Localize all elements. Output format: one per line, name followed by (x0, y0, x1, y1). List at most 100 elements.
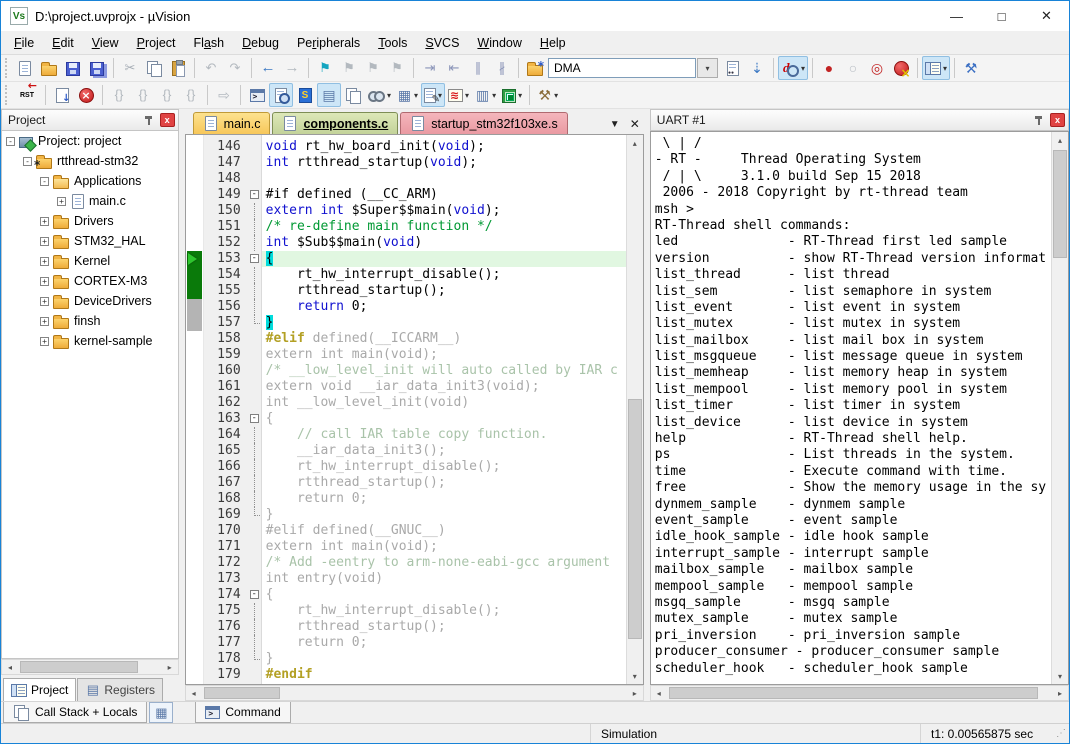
code-line-154[interactable]: 154 rt_hw_interrupt_disable(); (204, 267, 626, 283)
code-line-173[interactable]: 173int entry(void) (204, 571, 626, 587)
find-in-files-dialog-button[interactable] (523, 56, 547, 80)
pin-icon[interactable] (144, 115, 154, 126)
tree-item-kernel[interactable]: +Kernel (2, 251, 178, 271)
tree-expander-icon[interactable]: + (40, 257, 49, 266)
menu-svcs[interactable]: SVCS (416, 33, 468, 53)
code-line-165[interactable]: 165 __iar_data_init3(); (204, 443, 626, 459)
code-line-171[interactable]: 171extern int main(void); (204, 539, 626, 555)
memory-window-button[interactable]: ▦▾ (394, 83, 421, 107)
disable-breakpoint-button[interactable]: ○ (841, 56, 865, 80)
redo-button[interactable]: ↷ (223, 56, 247, 80)
menu-tools[interactable]: Tools (369, 33, 416, 53)
save-all-button[interactable] (85, 56, 109, 80)
code-line-151[interactable]: 151/* re-define main function */ (204, 219, 626, 235)
scroll-thumb[interactable] (628, 399, 642, 639)
fold-column[interactable]: - (248, 587, 262, 603)
previous-bookmark-button[interactable]: ⚑ (361, 56, 385, 80)
minimize-button[interactable]: — (934, 1, 979, 31)
fold-column[interactable]: - (248, 411, 262, 427)
open-file-button[interactable] (37, 56, 61, 80)
step-into-button[interactable]: {} (107, 83, 131, 107)
code-line-168[interactable]: 168 return 0; (204, 491, 626, 507)
tree-expander-icon[interactable]: - (23, 157, 32, 166)
panel-tab-registers[interactable]: ▤Registers (77, 678, 163, 701)
fold-column[interactable]: - (248, 251, 262, 267)
command-dock-tab[interactable]: Command (195, 702, 290, 723)
tree-item-kernel-sample[interactable]: +kernel-sample (2, 331, 178, 351)
callstack-dock-tab[interactable]: Call Stack + Locals (3, 702, 147, 723)
navigate-back-button[interactable]: ← (256, 56, 280, 80)
scroll-right-icon[interactable]: ▸ (627, 686, 643, 700)
menu-view[interactable]: View (83, 33, 128, 53)
pin-icon[interactable] (1034, 115, 1044, 126)
menu-debug[interactable]: Debug (233, 33, 288, 53)
editor-vertical-scrollbar[interactable]: ▴ ▾ (626, 135, 643, 684)
tree-expander-icon[interactable]: - (6, 137, 15, 146)
periodic-update-button[interactable]: ▦ (149, 702, 173, 723)
code-line-174[interactable]: 174-{ (204, 587, 626, 603)
trace-window-button[interactable]: ▥▾ (472, 83, 499, 107)
analysis-window-button[interactable]: ▾ (445, 83, 472, 107)
new-file-button[interactable] (13, 56, 37, 80)
code-line-167[interactable]: 167 rtthread_startup(); (204, 475, 626, 491)
editor-horizontal-scrollbar[interactable]: ◂ ▸ (185, 685, 644, 701)
insert-bookmark-button[interactable]: ⚑ (313, 56, 337, 80)
menu-file[interactable]: File (5, 33, 43, 53)
system-viewer-button[interactable]: ▾ (499, 83, 525, 107)
editor-tab-main-c[interactable]: main.c (193, 112, 271, 134)
scroll-track[interactable] (627, 151, 643, 668)
close-button[interactable]: ✕ (1024, 1, 1069, 31)
code-line-156[interactable]: 156 return 0; (204, 299, 626, 315)
tab-list-dropdown-icon[interactable]: ▼ (604, 114, 624, 134)
uncomment-button[interactable]: ∦ (490, 56, 514, 80)
tree-expander-icon[interactable]: + (40, 317, 49, 326)
scroll-right-icon[interactable]: ▸ (1052, 686, 1068, 700)
tree-expander-icon[interactable]: + (40, 277, 49, 286)
code-line-164[interactable]: 164 // call IAR table copy function. (204, 427, 626, 443)
comment-button[interactable]: ∥ (466, 56, 490, 80)
tree-expander-icon[interactable]: - (40, 177, 49, 186)
navigate-forward-button[interactable]: → (280, 56, 304, 80)
scroll-thumb[interactable] (204, 687, 280, 699)
menu-project[interactable]: Project (128, 33, 185, 53)
tree-item-finsh[interactable]: +finsh (2, 311, 178, 331)
undo-button[interactable]: ↶ (199, 56, 223, 80)
run-button[interactable] (50, 83, 74, 107)
paste-button[interactable] (166, 56, 190, 80)
tree-item-rtthread-stm32[interactable]: -rtthread-stm32 (2, 151, 178, 171)
symbol-window-button[interactable]: S (293, 83, 317, 107)
scroll-right-icon[interactable]: ▸ (162, 660, 178, 674)
uart-vertical-scrollbar[interactable]: ▴ ▾ (1051, 132, 1068, 684)
scroll-thumb[interactable] (1053, 150, 1067, 258)
editor-tab-components-c[interactable]: components.c (272, 112, 398, 134)
serial-window-button[interactable]: ▾ (421, 83, 445, 107)
insert-breakpoint-button[interactable]: ● (817, 56, 841, 80)
tree-item-devicedrivers[interactable]: +DeviceDrivers (2, 291, 178, 311)
tree-item-applications[interactable]: -Applications (2, 171, 178, 191)
toolbar-grip[interactable] (5, 85, 9, 105)
code-line-152[interactable]: 152int $Sub$$main(void) (204, 235, 626, 251)
resize-grip[interactable]: ⋰ (1053, 728, 1069, 739)
menu-flash[interactable]: Flash (185, 33, 234, 53)
tree-expander-icon[interactable]: + (57, 197, 66, 206)
next-bookmark-button[interactable]: ⚑ (337, 56, 361, 80)
code-line-159[interactable]: 159extern int main(void); (204, 347, 626, 363)
tree-expander-icon[interactable]: + (40, 297, 49, 306)
menu-window[interactable]: Window (468, 33, 530, 53)
kill-breakpoints-button[interactable] (889, 56, 913, 80)
code-line-158[interactable]: 158#elif defined(__ICCARM__) (204, 331, 626, 347)
code-line-169[interactable]: 169} (204, 507, 626, 523)
code-line-172[interactable]: 172/* Add -eentry to arm-none-eabi-gcc a… (204, 555, 626, 571)
unindent-button[interactable]: ⇤ (442, 56, 466, 80)
scroll-track[interactable] (18, 660, 162, 674)
show-next-statement-button[interactable]: ⇨ (212, 83, 236, 107)
code-line-146[interactable]: 146void rt_hw_board_init(void); (204, 139, 626, 155)
tree-expander-icon[interactable]: + (40, 217, 49, 226)
scroll-track[interactable] (667, 686, 1052, 700)
fold-collapse-icon[interactable]: - (250, 254, 259, 263)
code-line-153[interactable]: 153-{ (204, 251, 626, 267)
scroll-left-icon[interactable]: ◂ (2, 660, 18, 674)
scroll-up-icon[interactable]: ▴ (1052, 132, 1068, 148)
editor-tab-startup-stm32f103xe-s[interactable]: startup_stm32f103xe.s (400, 112, 567, 134)
uart-panel-close-icon[interactable]: x (1050, 113, 1065, 127)
